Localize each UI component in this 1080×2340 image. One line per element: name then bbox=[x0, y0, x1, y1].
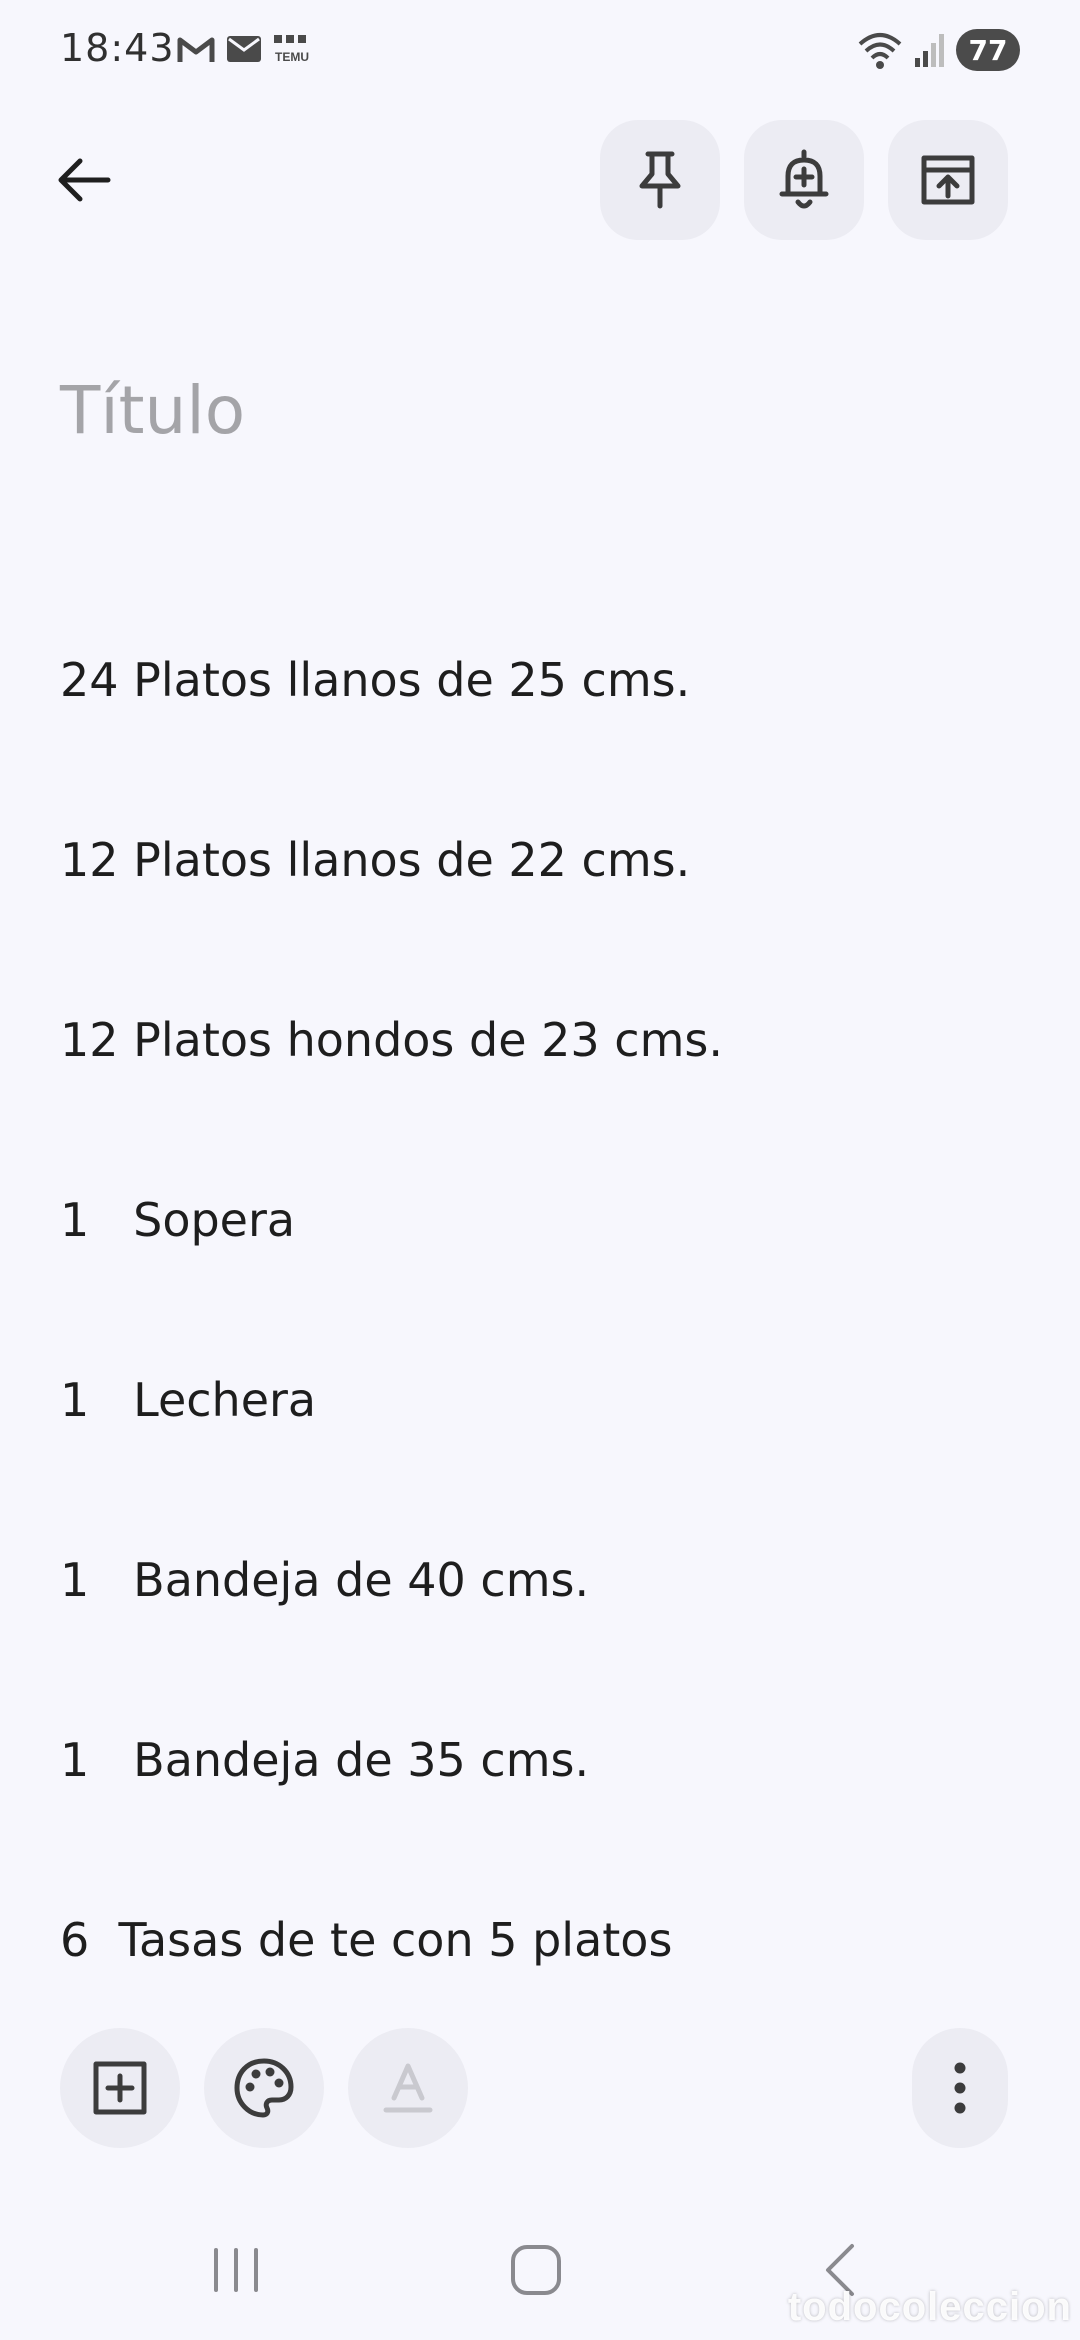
palette-icon bbox=[234, 2058, 294, 2118]
status-time: 18:43 bbox=[60, 26, 175, 70]
note-body-editor[interactable]: 24 Platos llanos de 25 cms. 12 Platos ll… bbox=[60, 530, 1020, 2030]
color-palette-button[interactable] bbox=[204, 2028, 324, 2148]
note-line: 24 Platos llanos de 25 cms. bbox=[60, 653, 691, 707]
note-line: 1 Bandeja de 40 cms. bbox=[60, 1553, 590, 1607]
watermark: todocoleccion bbox=[787, 2285, 1072, 2329]
note-title-input[interactable]: Título bbox=[60, 372, 245, 449]
status-bar: 18:43 TEMU 77 bbox=[0, 0, 1080, 100]
gmail-icon bbox=[177, 37, 215, 62]
recents-icon bbox=[214, 2248, 258, 2292]
archive-button[interactable] bbox=[888, 120, 1008, 240]
more-vert-icon bbox=[954, 2062, 966, 2114]
back-button[interactable] bbox=[44, 140, 124, 220]
battery-indicator: 77 bbox=[956, 29, 1020, 71]
status-right: 77 bbox=[858, 28, 1020, 72]
archive-icon bbox=[921, 155, 975, 205]
note-line: 6 Tasas de te con 5 platos bbox=[60, 1913, 673, 1967]
note-line: 12 Platos hondos de 23 cms. bbox=[60, 1013, 723, 1067]
add-box-icon bbox=[93, 2061, 147, 2115]
recents-button[interactable] bbox=[176, 2230, 296, 2310]
signal-icon bbox=[915, 34, 944, 67]
note-line: 1 Lechera bbox=[60, 1373, 317, 1427]
text-format-button[interactable] bbox=[348, 2028, 468, 2148]
home-icon bbox=[511, 2245, 561, 2295]
temu-icon: TEMU bbox=[274, 35, 309, 64]
note-line: 1 Bandeja de 35 cms. bbox=[60, 1733, 590, 1787]
pin-icon bbox=[639, 151, 681, 209]
home-button[interactable] bbox=[476, 2230, 596, 2310]
reminder-button[interactable] bbox=[744, 120, 864, 240]
note-line: 1 Sopera bbox=[60, 1193, 296, 1247]
text-format-icon bbox=[383, 2063, 433, 2113]
bell-plus-icon bbox=[779, 149, 829, 209]
back-arrow-icon bbox=[58, 158, 111, 202]
more-options-button[interactable] bbox=[912, 2028, 1008, 2148]
temu-label: TEMU bbox=[275, 50, 309, 64]
wifi-icon bbox=[858, 33, 902, 69]
pin-button[interactable] bbox=[600, 120, 720, 240]
add-content-button[interactable] bbox=[60, 2028, 180, 2148]
note-line: 12 Platos llanos de 22 cms. bbox=[60, 833, 691, 887]
mail-icon bbox=[227, 36, 261, 62]
